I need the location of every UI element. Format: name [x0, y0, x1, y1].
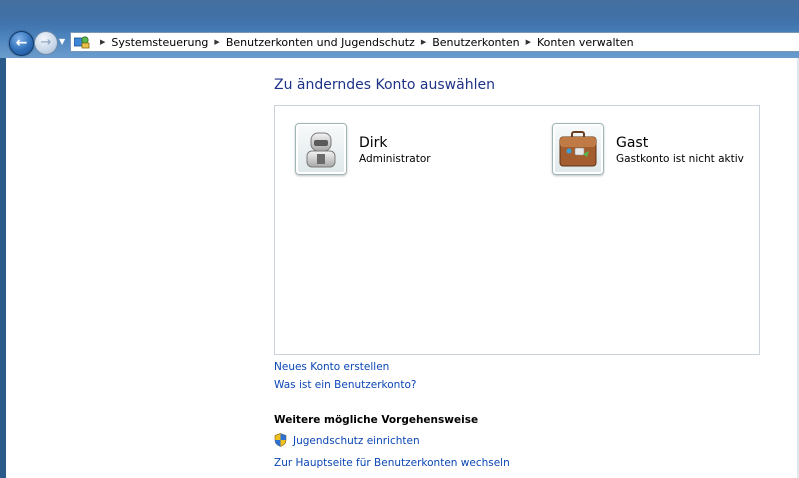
- forward-button[interactable]: →: [34, 31, 58, 55]
- uac-shield-icon: [274, 433, 287, 447]
- chevron-right-icon[interactable]: ▶: [100, 38, 105, 46]
- user-accounts-home-link[interactable]: Zur Hauptseite für Benutzerkonten wechse…: [274, 457, 510, 469]
- create-account-link[interactable]: Neues Konto erstellen: [274, 361, 389, 373]
- chevron-right-icon[interactable]: ▶: [526, 38, 531, 46]
- what-is-account-link[interactable]: Was ist ein Benutzerkonto?: [274, 379, 416, 391]
- breadcrumb-benutzerkonten[interactable]: Benutzerkonten: [432, 36, 519, 49]
- chevron-right-icon[interactable]: ▶: [421, 38, 426, 46]
- account-role: Gastkonto ist nicht aktiv: [616, 153, 744, 165]
- account-picture[interactable]: [295, 123, 347, 175]
- account-tile-gast[interactable]: Gast Gastkonto ist nicht aktiv: [552, 123, 792, 179]
- account-name[interactable]: Gast: [616, 135, 648, 151]
- breadcrumb-benutzerkonten-jugendschutz[interactable]: Benutzerkonten und Jugendschutz: [226, 36, 415, 49]
- control-panel-icon: [73, 35, 90, 49]
- breadcrumb-systemsteuerung[interactable]: Systemsteuerung: [111, 36, 208, 49]
- account-name[interactable]: Dirk: [359, 135, 388, 151]
- back-button[interactable]: ←: [9, 31, 34, 56]
- window-chrome: ← → ▼ ▶ Systemsteuerung ▶ Benutzerkonten…: [0, 0, 799, 58]
- address-bar[interactable]: ▶ Systemsteuerung ▶ Benutzerkonten und J…: [70, 32, 799, 52]
- robot-user-icon: [306, 132, 336, 168]
- account-picture[interactable]: [552, 123, 604, 175]
- more-actions-heading: Weitere mögliche Vorgehensweise: [274, 414, 479, 426]
- breadcrumb-konten-verwalten[interactable]: Konten verwalten: [537, 36, 634, 49]
- account-tile-dirk[interactable]: Dirk Administrator: [295, 123, 535, 179]
- chevron-right-icon[interactable]: ▶: [214, 38, 219, 46]
- parental-controls-link[interactable]: Jugendschutz einrichten: [293, 435, 420, 447]
- recent-pages-dropdown-icon[interactable]: ▼: [59, 38, 67, 46]
- chrome-glare: [0, 0, 799, 28]
- page-title: Zu änderndes Konto auswählen: [274, 77, 495, 93]
- accounts-list: Dirk Administrator Gast Gastkonto ist ni…: [274, 105, 760, 355]
- suitcase-icon: [559, 131, 597, 167]
- content-pane: Zu änderndes Konto auswählen Dirk Admini…: [6, 58, 799, 478]
- account-role: Administrator: [359, 153, 431, 165]
